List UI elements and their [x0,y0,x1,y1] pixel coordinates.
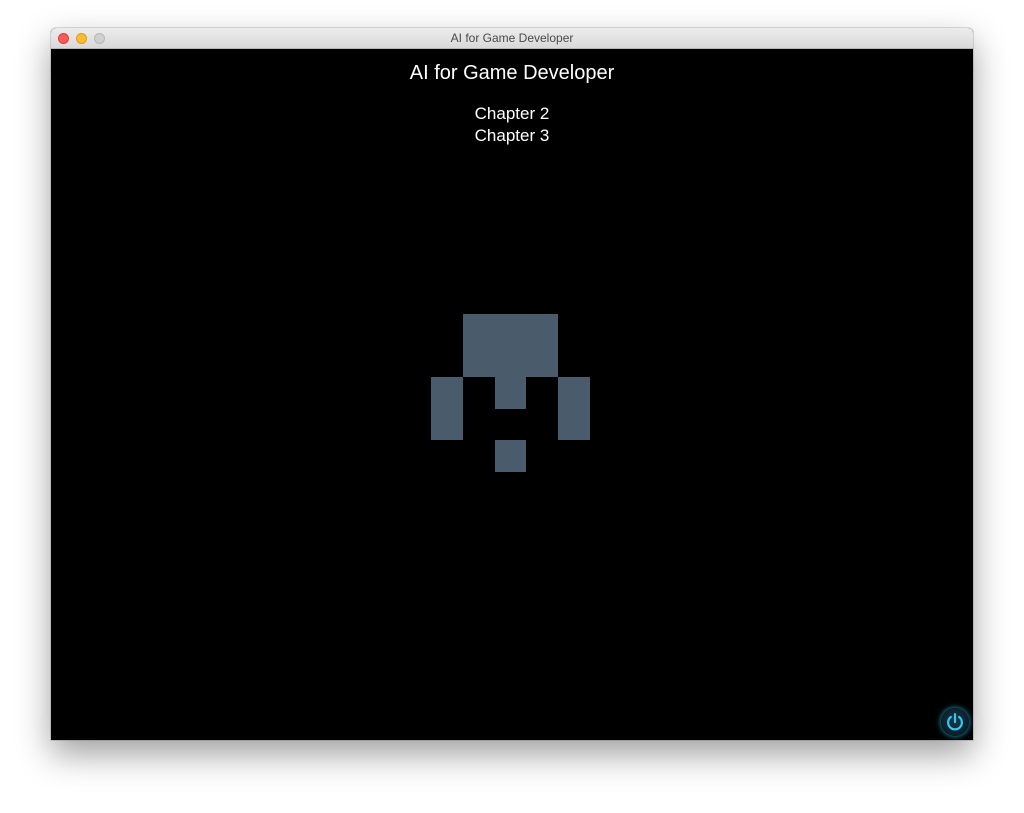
chapter-menu: Chapter 2 Chapter 3 [51,103,973,147]
sprite-neck-block [495,377,526,409]
game-canvas[interactable]: AI for Game Developer Chapter 2 Chapter … [51,49,973,740]
menu-item-chapter-2[interactable]: Chapter 2 [51,103,973,125]
sprite-left-arm-block [431,377,463,440]
power-button[interactable] [941,708,969,736]
window-title: AI for Game Developer [450,31,574,45]
menu-item-chapter-3[interactable]: Chapter 3 [51,125,973,147]
title-bar[interactable]: AI for Game Developer [51,28,973,49]
app-window: AI for Game Developer AI for Game Develo… [51,28,973,740]
game-title: AI for Game Developer [409,62,615,84]
power-icon [947,713,963,731]
sprite-foot-block [495,440,526,472]
sprite-head-block [463,314,558,377]
pixel-sprite [431,314,591,474]
sprite-right-arm-block [558,377,590,440]
